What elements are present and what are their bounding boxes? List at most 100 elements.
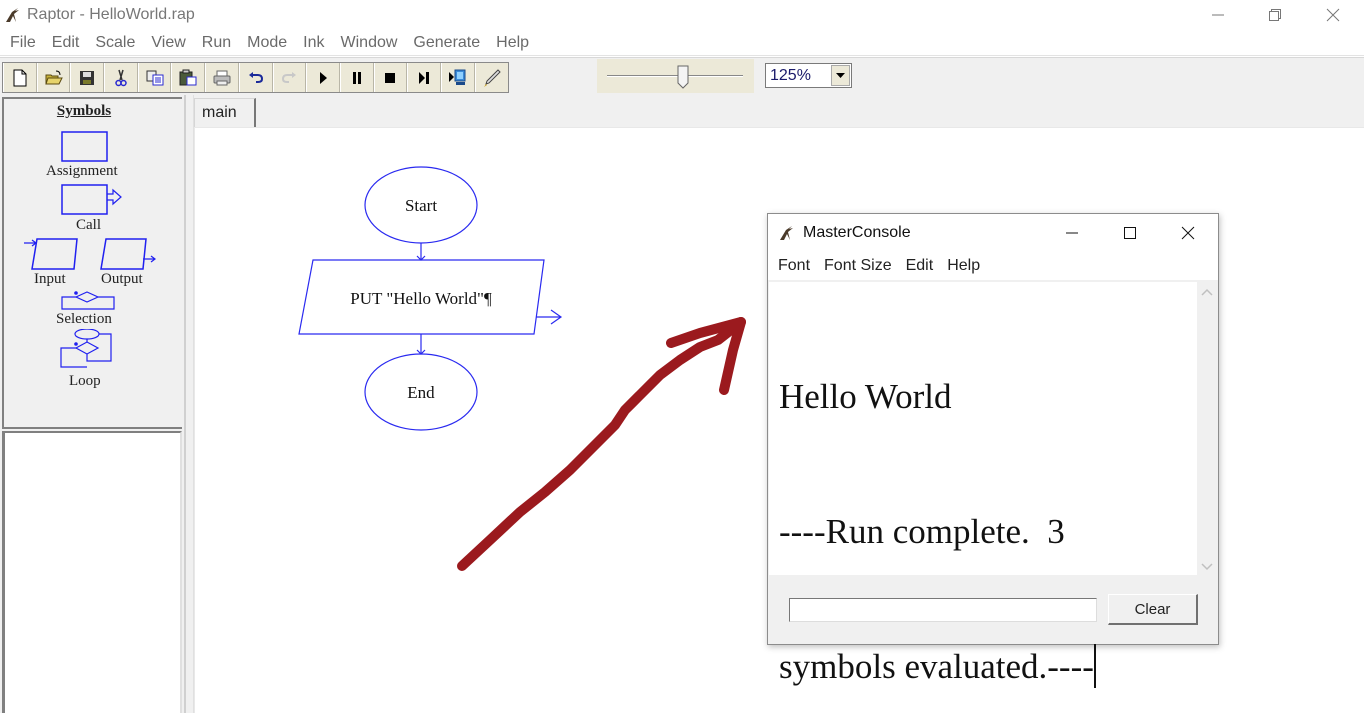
assignment-symbol-icon[interactable] <box>61 131 111 163</box>
output-node[interactable]: PUT "Hello World"¶ <box>298 259 563 335</box>
floppy-save-icon <box>80 70 95 85</box>
menu-scale[interactable]: Scale <box>87 30 143 56</box>
menu-file[interactable]: File <box>2 30 44 56</box>
console-scrollbar[interactable] <box>1197 282 1217 575</box>
loop-symbol-icon[interactable] <box>59 329 119 371</box>
input-symbol-icon[interactable] <box>22 237 82 271</box>
symbols-title: Symbols <box>56 103 112 119</box>
close-icon <box>1326 8 1340 22</box>
chevron-down-icon <box>836 72 845 78</box>
console-title-bar[interactable]: MasterConsole <box>768 214 1218 252</box>
menu-bar: File Edit Scale View Run Mode Ink Window… <box>0 30 1364 56</box>
end-label: End <box>407 383 435 402</box>
end-node[interactable]: End <box>364 353 478 431</box>
open-folder-icon <box>44 70 63 84</box>
symbol-label-output: Output <box>101 271 143 287</box>
restore-icon <box>1269 9 1281 21</box>
menu-window[interactable]: Window <box>333 30 406 56</box>
menu-help[interactable]: Help <box>488 30 537 56</box>
menu-ink[interactable]: Ink <box>295 30 332 56</box>
undo-icon <box>248 71 263 83</box>
new-file-icon <box>13 69 27 86</box>
undo-button[interactable] <box>238 63 273 92</box>
panel-splitter[interactable] <box>184 95 194 713</box>
connector-start-output <box>416 243 426 261</box>
selection-symbol-icon[interactable] <box>59 288 119 312</box>
paste-icon <box>179 69 197 86</box>
console-output[interactable]: Hello World ----Run complete. 3 symbols … <box>769 282 1197 688</box>
console-maximize-button[interactable] <box>1101 214 1159 252</box>
print-button[interactable] <box>205 63 239 92</box>
scroll-up-icon[interactable] <box>1201 288 1213 296</box>
speed-slider-track <box>607 75 743 77</box>
menu-mode[interactable]: Mode <box>239 30 295 56</box>
step-button[interactable] <box>407 63 441 92</box>
redo-icon <box>282 71 297 83</box>
redo-button[interactable] <box>272 63 307 92</box>
call-symbol-icon[interactable] <box>61 184 125 216</box>
symbol-label-selection: Selection <box>56 311 112 327</box>
toolbar-buttons <box>2 62 510 93</box>
menu-view[interactable]: View <box>143 30 193 56</box>
console-title: MasterConsole <box>803 224 911 241</box>
stop-icon <box>385 72 396 83</box>
master-console-window: MasterConsole Font Font Size Edit Help H… <box>767 213 1219 688</box>
console-menu-help[interactable]: Help <box>940 257 987 275</box>
minimize-icon <box>1066 232 1078 234</box>
open-button[interactable] <box>36 63 71 92</box>
clear-button[interactable]: Clear <box>1108 594 1198 625</box>
play-icon <box>320 71 328 84</box>
restore-button[interactable] <box>1246 0 1304 30</box>
close-button[interactable] <box>1304 0 1362 30</box>
close-icon <box>1181 226 1195 240</box>
console-close-button[interactable] <box>1159 214 1217 252</box>
raptor-logo-icon <box>4 6 22 24</box>
minimize-button[interactable] <box>1189 0 1247 30</box>
console-menu-edit[interactable]: Edit <box>899 257 941 275</box>
speed-slider[interactable] <box>597 59 754 93</box>
symbol-label-assignment: Assignment <box>46 163 118 179</box>
zoom-select[interactable]: 125% <box>765 63 852 88</box>
output-arrow-icon <box>536 309 563 325</box>
pause-icon <box>352 71 361 84</box>
pause-button[interactable] <box>339 63 374 92</box>
console-menu-font-size[interactable]: Font Size <box>817 257 899 275</box>
symbol-label-loop: Loop <box>69 373 101 389</box>
tab-main[interactable]: main <box>194 98 256 127</box>
step-icon <box>419 71 430 84</box>
execute-button[interactable] <box>306 63 340 92</box>
symbols-panel: Symbols Assignment Call Input Output Sel… <box>2 97 182 429</box>
minimize-icon <box>1212 14 1224 16</box>
copy-icon <box>146 70 164 85</box>
variables-panel <box>2 431 182 713</box>
printer-icon <box>213 70 231 85</box>
new-button[interactable] <box>3 63 37 92</box>
start-node[interactable]: Start <box>364 166 478 244</box>
paste-button[interactable] <box>171 63 206 92</box>
ink-pen-button[interactable] <box>474 63 509 92</box>
console-input[interactable] <box>789 598 1097 622</box>
console-output-line: ----Run complete. 3 <box>779 512 1065 551</box>
menu-generate[interactable]: Generate <box>405 30 488 56</box>
console-menu-font[interactable]: Font <box>771 257 817 275</box>
console-output-line: Hello World <box>779 377 952 416</box>
menu-run[interactable]: Run <box>194 30 239 56</box>
stop-button[interactable] <box>373 63 408 92</box>
menu-edit[interactable]: Edit <box>44 30 88 56</box>
output-symbol-icon[interactable] <box>99 237 159 271</box>
console-minimize-button[interactable] <box>1043 214 1101 252</box>
copy-button[interactable] <box>137 63 172 92</box>
zoom-dropdown-button[interactable] <box>831 65 850 86</box>
slider-thumb-icon <box>677 65 689 89</box>
speed-slider-thumb[interactable] <box>677 65 689 89</box>
console-menu-bar: Font Font Size Edit Help <box>768 252 1218 280</box>
step-to-completion-button[interactable] <box>440 63 475 92</box>
scissors-icon <box>115 69 127 86</box>
scroll-down-icon[interactable] <box>1201 563 1213 571</box>
title-bar: Raptor - HelloWorld.rap <box>0 0 1364 30</box>
symbol-label-call: Call <box>76 217 101 233</box>
cut-button[interactable] <box>104 63 138 92</box>
save-button[interactable] <box>70 63 105 92</box>
pen-icon <box>483 68 501 87</box>
window-title: Raptor - HelloWorld.rap <box>27 6 195 23</box>
